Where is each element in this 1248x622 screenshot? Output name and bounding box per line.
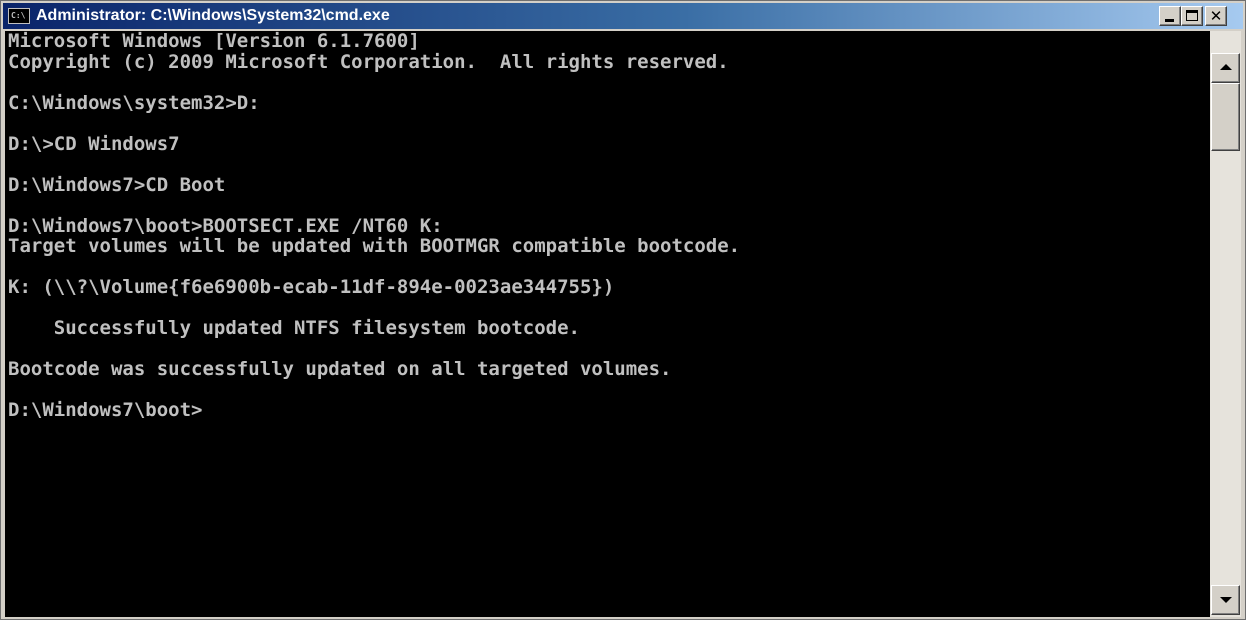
maximize-icon (1186, 10, 1198, 21)
console-line: Microsoft Windows [Version 6.1.7600] (8, 31, 420, 52)
console-line: Copyright (c) 2009 Microsoft Corporation… (8, 50, 729, 73)
minimize-icon (1165, 19, 1174, 22)
scroll-thumb[interactable] (1211, 83, 1240, 151)
arrow-up-icon (1220, 64, 1232, 70)
console-app-icon[interactable]: C:\ (8, 8, 30, 24)
vertical-scrollbar[interactable] (1210, 31, 1241, 617)
console-line: K: (\\?\Volume{f6e6900b-ecab-11df-894e-0… (8, 276, 615, 298)
maximize-button[interactable] (1181, 6, 1203, 26)
cmd-window: C:\ Administrator: C:\Windows\System32\c… (0, 0, 1246, 620)
console-line: D:\Windows7>CD Boot (8, 173, 226, 196)
minimize-button[interactable] (1159, 6, 1181, 26)
console-line: D:\Windows7\boot> (8, 399, 203, 421)
console-line: Target volumes will be updated with BOOT… (8, 235, 741, 257)
console-line: C:\Windows\system32>D: (8, 91, 260, 114)
title-bar[interactable]: C:\ Administrator: C:\Windows\System32\c… (3, 3, 1243, 29)
console-output[interactable]: Microsoft Windows [Version 6.1.7600] Cop… (5, 31, 1210, 617)
close-button[interactable]: ✕ (1205, 6, 1227, 26)
console-text: Microsoft Windows [Version 6.1.7600] Cop… (5, 31, 1210, 421)
arrow-down-icon (1220, 597, 1232, 603)
close-icon: ✕ (1209, 7, 1223, 25)
window-title: Administrator: C:\Windows\System32\cmd.e… (36, 7, 390, 24)
console-line: D:\>CD Windows7 (8, 132, 180, 155)
console-line: Successfully updated NTFS filesystem boo… (8, 317, 580, 339)
scroll-down-button[interactable] (1211, 585, 1240, 615)
console-line: D:\Windows7\boot>BOOTSECT.EXE /NT60 K: (8, 214, 443, 237)
scroll-up-button[interactable] (1211, 53, 1240, 83)
console-line: Bootcode was successfully updated on all… (8, 358, 672, 380)
